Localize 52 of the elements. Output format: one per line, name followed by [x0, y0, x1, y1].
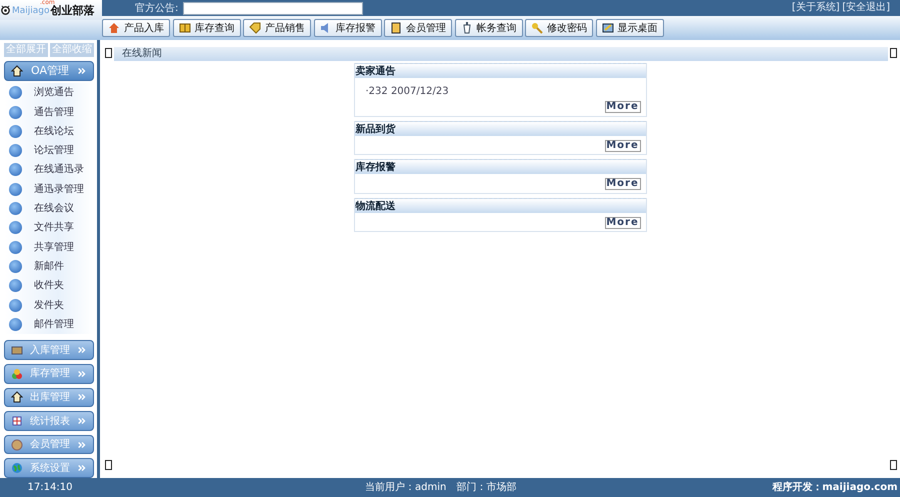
panel-title: 新品到货 [354, 120, 646, 136]
chevron-icon [77, 345, 87, 356]
panel-title: 库存报警 [354, 159, 646, 174]
key-icon [531, 22, 543, 34]
house-icon [11, 391, 23, 404]
toolbar-button[interactable]: 显示桌面 [596, 19, 664, 37]
more-button[interactable]: More [604, 140, 640, 152]
globe-icon [11, 462, 23, 474]
toolbar-button[interactable]: 库存查询 [172, 19, 240, 37]
header-link[interactable]: [安全退出] [842, 0, 890, 16]
toolbar-button[interactable]: 帐务查询 [454, 19, 522, 37]
logo-text: Maijiago [12, 6, 50, 18]
logo-text: 创业部落 [50, 4, 95, 18]
chevron-icon [77, 440, 87, 450]
book-icon [178, 22, 190, 34]
panel-title: 物流配送 [354, 198, 646, 212]
tag-icon [249, 22, 261, 34]
clock-time: 17:14:10 [26, 481, 74, 495]
square-icon [105, 48, 112, 58]
coin-icon [11, 438, 23, 451]
news-link[interactable]: ·232 2007/12/23 [354, 78, 646, 99]
toolbar-button[interactable]: 产品入库 [102, 19, 170, 37]
cup-icon [460, 22, 472, 34]
house-icon [11, 64, 23, 77]
house-icon [108, 22, 120, 34]
toolbar-button[interactable]: 修改密码 [525, 19, 593, 37]
square-icon [890, 460, 897, 470]
chevron-icon [77, 392, 87, 402]
more-button[interactable]: More [604, 101, 640, 113]
box-icon [11, 344, 23, 356]
more-button[interactable]: More [604, 216, 640, 228]
square-icon [105, 460, 112, 470]
shapes-icon [11, 368, 23, 380]
toolbar-button[interactable]: 产品销售 [243, 19, 311, 37]
toolbar-button[interactable]: 库存报警 [314, 19, 382, 37]
more-button[interactable]: More [604, 178, 640, 190]
chevron-icon [77, 66, 87, 76]
notice-field[interactable] [183, 2, 364, 15]
square-icon [890, 48, 897, 58]
panel-title: 卖家通告 [354, 63, 646, 78]
grid-icon [11, 415, 23, 428]
department: 部门：市场部 [456, 480, 516, 495]
chevron-icon [77, 416, 87, 426]
chevron-icon [77, 463, 87, 474]
content-title: 在线新闻 [114, 47, 888, 61]
notice-label: 官方公告: [135, 2, 178, 16]
desktop-icon [602, 22, 614, 34]
current-user: 当前用户：admin [365, 480, 446, 495]
toolbar-button[interactable]: 会员管理 [384, 19, 452, 37]
header-link[interactable]: [关于系统] [792, 0, 840, 16]
developer-credit: 程序开发：maijiago.com [772, 480, 898, 495]
chevron-icon [77, 368, 87, 379]
